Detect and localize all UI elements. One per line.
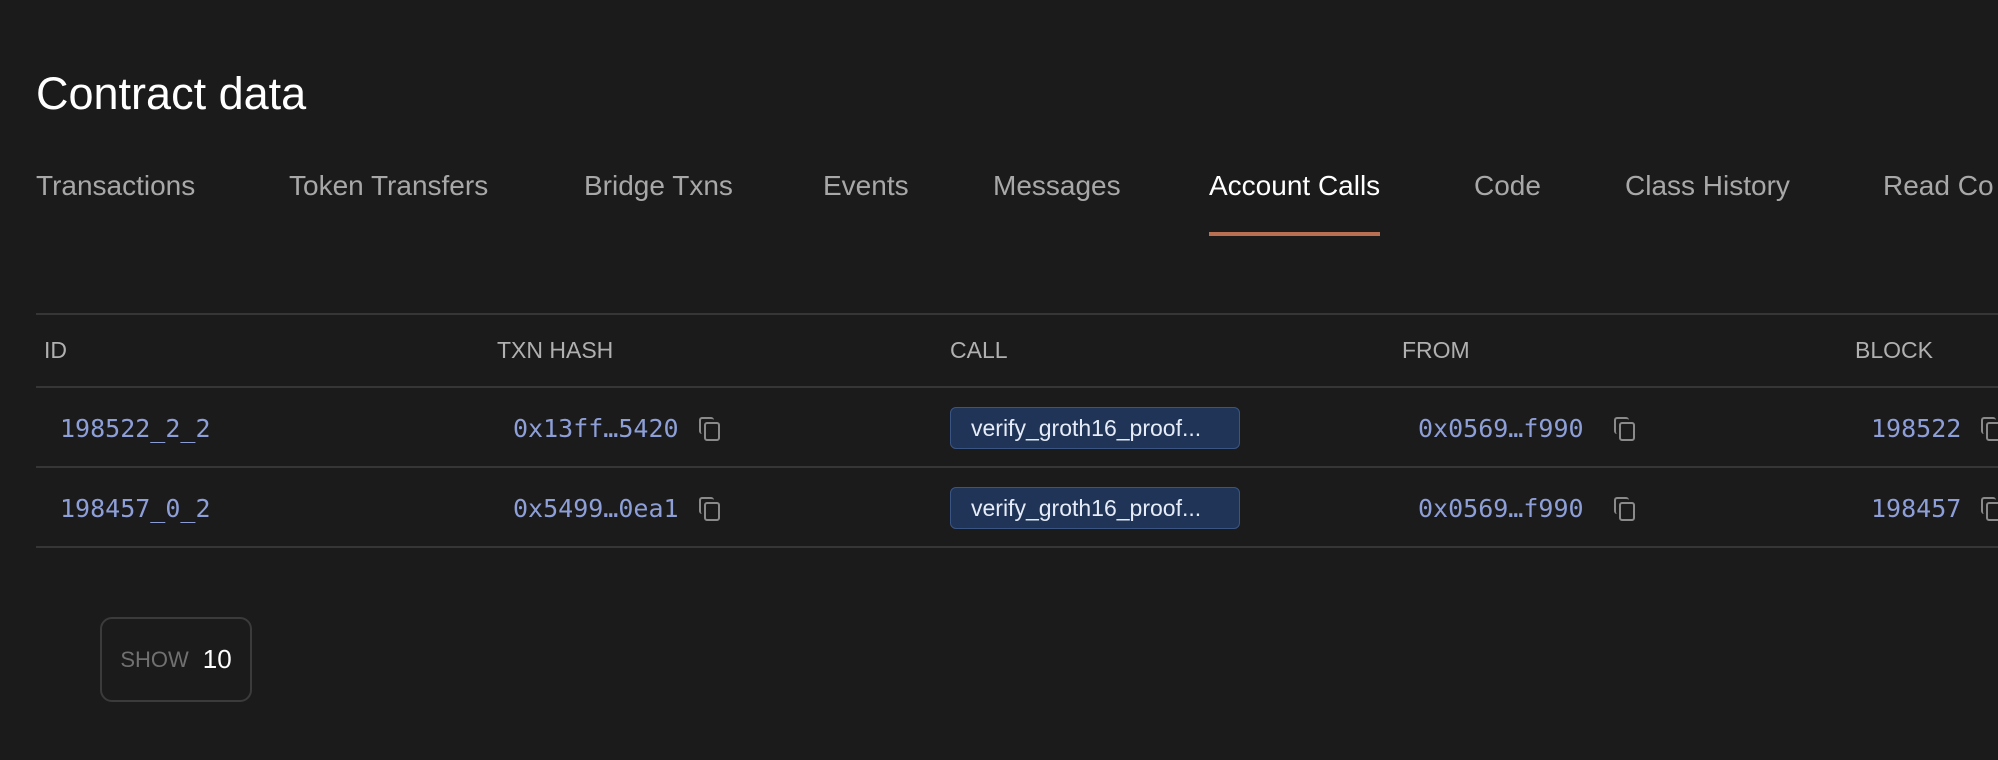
header-from: FROM: [1402, 337, 1470, 363]
copy-icon[interactable]: [698, 497, 720, 521]
table-row: 198522_2_2 0x13ff…5420 verify_groth16_pr…: [36, 388, 1998, 468]
copy-icon[interactable]: [698, 417, 720, 441]
header-call: CALL: [950, 337, 1008, 363]
tab-bridge-txns[interactable]: Bridge Txns: [584, 170, 733, 232]
txn-hash-link[interactable]: 0x5499…0ea1: [513, 494, 679, 523]
page-title: Contract data: [36, 68, 307, 119]
from-link[interactable]: 0x0569…f990: [1418, 414, 1584, 443]
tab-class-history[interactable]: Class History: [1625, 170, 1790, 232]
block-link[interactable]: 198522: [1871, 414, 1961, 443]
id-link[interactable]: 198522_2_2: [60, 414, 211, 443]
divider: [36, 546, 1998, 548]
show-label: SHOW: [120, 646, 189, 672]
txn-hash-link[interactable]: 0x13ff…5420: [513, 414, 679, 443]
copy-icon[interactable]: [1613, 497, 1635, 521]
tab-token-transfers[interactable]: Token Transfers: [289, 170, 488, 232]
tab-events[interactable]: Events: [823, 170, 909, 232]
tab-messages[interactable]: Messages: [993, 170, 1121, 232]
call-badge[interactable]: verify_groth16_proof...: [950, 407, 1240, 449]
page-size-select[interactable]: SHOW 10: [100, 617, 252, 702]
header-txn-hash: TXN HASH: [497, 337, 614, 363]
tab-code[interactable]: Code: [1474, 170, 1541, 232]
from-link[interactable]: 0x0569…f990: [1418, 494, 1584, 523]
tab-read-contract[interactable]: Read Co: [1883, 170, 1994, 232]
tab-transactions[interactable]: Transactions: [36, 170, 195, 232]
call-badge[interactable]: verify_groth16_proof...: [950, 487, 1240, 529]
divider: [36, 313, 1998, 315]
block-link[interactable]: 198457: [1871, 494, 1961, 523]
show-value: 10: [202, 644, 232, 674]
header-id: ID: [44, 337, 67, 363]
copy-icon[interactable]: [1981, 497, 1998, 521]
header-block: BLOCK: [1855, 337, 1933, 363]
tab-account-calls[interactable]: Account Calls: [1209, 170, 1381, 236]
copy-icon[interactable]: [1613, 417, 1635, 441]
id-link[interactable]: 198457_0_2: [60, 494, 211, 523]
copy-icon[interactable]: [1981, 417, 1998, 441]
table-row: 198457_0_2 0x5499…0ea1 verify_groth16_pr…: [36, 468, 1998, 548]
